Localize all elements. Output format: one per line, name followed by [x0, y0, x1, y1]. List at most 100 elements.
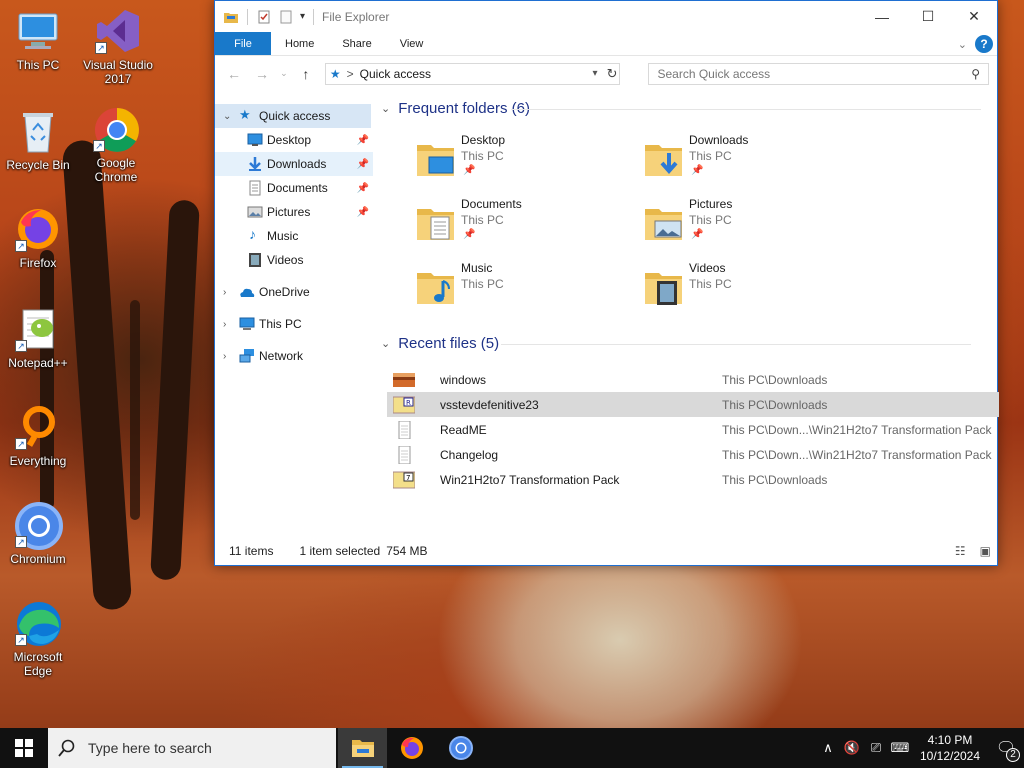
minimize-button[interactable]: — [859, 1, 905, 32]
pin-icon: 📌 [691, 165, 704, 176]
wallpaper-tree [40, 250, 54, 510]
breadcrumb[interactable]: Quick access [360, 67, 431, 81]
nav-item-desktop[interactable]: Desktop 📌 [215, 128, 373, 152]
chevron-down-icon[interactable]: ⌄ [223, 111, 231, 122]
chevron-right-icon[interactable]: › [223, 287, 226, 298]
section-title: Recent files (5) [398, 335, 500, 352]
taskbar-search-placeholder: Type here to search [88, 740, 212, 756]
recent-file-row[interactable]: Changelog This PC\Down...\Win21H2to7 Tra… [387, 442, 999, 467]
desktop-icon-chrome[interactable]: ↗ Google Chrome [78, 106, 154, 184]
new-folder-icon[interactable] [278, 9, 294, 25]
nav-item-onedrive[interactable]: › OneDrive [215, 280, 373, 304]
nav-item-this-pc[interactable]: › This PC [215, 312, 373, 336]
file-path: This PC\Down...\Win21H2to7 Transformatio… [722, 447, 992, 462]
help-icon[interactable]: ? [975, 35, 993, 53]
recent-files-header[interactable]: ⌄ Recent files (5) [381, 335, 971, 352]
nav-item-downloads[interactable]: Downloads 📌 [215, 152, 373, 176]
nav-item-documents[interactable]: Documents 📌 [215, 176, 373, 200]
pin-icon[interactable]: 📌 [357, 159, 369, 170]
action-center-button[interactable]: 🗨 2 [988, 738, 1024, 762]
large-icons-view-icon[interactable]: ▣ [980, 544, 991, 558]
expand-ribbon-icon[interactable]: ⌄ [958, 38, 967, 51]
folder-location: This PC [461, 277, 504, 291]
folder-tile-downloads[interactable]: Downloads This PC 📌 [643, 133, 853, 189]
nav-item-quick-access[interactable]: ⌄ ★ Quick access [215, 104, 371, 128]
folder-tile-desktop[interactable]: Desktop This PC 📌 [415, 133, 625, 189]
pin-icon: 📌 [463, 229, 476, 240]
properties-icon[interactable] [256, 9, 272, 25]
volume-muted-icon[interactable]: 🔇 [840, 740, 864, 756]
network-disconnected-icon[interactable]: ⎚ [864, 740, 888, 756]
forward-arrow-icon[interactable]: → [251, 66, 273, 82]
selection-size: 754 MB [386, 544, 428, 558]
desktop-folder-icon [417, 145, 454, 176]
tab-view[interactable]: View [386, 32, 438, 55]
nav-item-network[interactable]: › Network [215, 344, 373, 368]
chevron-down-icon[interactable]: ▾ [300, 11, 305, 22]
download-arrow-icon [249, 157, 261, 171]
recent-file-row-selected[interactable]: R vsstevdefenitive23 This PC\Downloads [387, 392, 999, 417]
nav-label: Quick access [259, 109, 331, 123]
search-icon: ⚲ [971, 66, 980, 81]
clock[interactable]: 4:10 PM 10/12/2024 [912, 732, 988, 764]
desktop-icon-chromium[interactable]: ↗ Chromium [0, 502, 76, 566]
desktop-icon-recycle-bin[interactable]: Recycle Bin [0, 108, 76, 172]
desktop-icon-everything[interactable]: ↗ Everything [0, 404, 76, 468]
close-button[interactable]: ✕ [951, 1, 997, 32]
pin-icon[interactable]: 📌 [357, 135, 369, 146]
desktop-icon-notepadpp[interactable]: ↗ Notepad++ [0, 306, 76, 370]
nav-label: Pictures [267, 205, 311, 219]
taskbar-firefox[interactable] [387, 728, 436, 768]
folder-tile-documents[interactable]: Documents This PC 📌 [415, 197, 625, 253]
folder-tile-music[interactable]: Music This PC [415, 261, 625, 317]
nav-item-videos[interactable]: Videos [215, 248, 373, 272]
firefox-icon: ↗ [15, 206, 61, 252]
nav-label: Downloads [267, 157, 327, 171]
chevron-down-icon[interactable]: ⌄ [381, 102, 390, 115]
tab-file[interactable]: File [215, 32, 271, 55]
address-row: ← → ⌄ ↑ ★ > Quick access ▾ ↻ Search Quic… [215, 56, 997, 91]
recent-file-row[interactable]: 7 Win21H2to7 Transformation Pack This PC… [387, 467, 999, 492]
recent-file-row[interactable]: ReadME This PC\Down...\Win21H2to7 Transf… [387, 417, 999, 442]
pin-icon[interactable]: 📌 [357, 183, 369, 194]
music-folder-icon [417, 273, 454, 304]
tab-home[interactable]: Home [271, 32, 328, 55]
desktop-icon-visual-studio[interactable]: ↗ Visual Studio 2017 [80, 8, 156, 86]
address-dropdown-icon[interactable]: ▾ [592, 68, 597, 79]
search-input[interactable]: Search Quick access ⚲ [648, 62, 989, 85]
show-hidden-icons-chevron-icon[interactable]: ∧ [816, 740, 840, 756]
nav-item-music[interactable]: ♪ Music [215, 224, 373, 248]
folder-tile-videos[interactable]: Videos This PC [643, 261, 853, 317]
network-icon [239, 349, 254, 363]
folder-name: Pictures [689, 197, 733, 211]
input-indicator-icon[interactable]: ⌨ [888, 740, 912, 756]
up-arrow-icon[interactable]: ↑ [295, 66, 317, 82]
chevron-right-icon[interactable]: › [223, 319, 226, 330]
text-file-icon [398, 420, 411, 439]
frequent-folders-header[interactable]: ⌄ Frequent folders (6) [381, 100, 981, 117]
address-bar[interactable]: ★ > Quick access ▾ ↻ [324, 62, 621, 85]
search-placeholder: Search Quick access [657, 66, 771, 81]
tab-share[interactable]: Share [328, 32, 385, 55]
desktop-icon-firefox[interactable]: ↗ Firefox [0, 206, 76, 270]
taskbar-search-box[interactable]: Type here to search [48, 728, 336, 768]
taskbar-chromium[interactable] [436, 728, 485, 768]
recent-locations-chevron-icon[interactable]: ⌄ [279, 68, 289, 79]
desktop-icon-edge[interactable]: ↗ Microsoft Edge [0, 600, 76, 678]
chevron-right-icon[interactable]: › [223, 351, 226, 362]
desktop-icon-this-pc[interactable]: This PC [0, 8, 76, 72]
chevron-down-icon[interactable]: ⌄ [381, 337, 390, 350]
nav-item-pictures[interactable]: Pictures 📌 [215, 200, 373, 224]
file-path: This PC\Down...\Win21H2to7 Transformatio… [722, 422, 992, 437]
taskbar-file-explorer[interactable] [338, 728, 387, 768]
recent-file-row[interactable]: windows This PC\Downloads [387, 367, 999, 392]
start-button[interactable] [0, 728, 48, 768]
maximize-button[interactable]: ☐ [905, 1, 951, 32]
windows-logo-icon [15, 739, 33, 757]
details-view-icon[interactable]: ☷ [955, 544, 966, 558]
pin-icon[interactable]: 📌 [357, 207, 369, 218]
refresh-icon[interactable]: ↻ [607, 66, 618, 82]
folder-location: This PC [461, 213, 504, 227]
folder-tile-pictures[interactable]: Pictures This PC 📌 [643, 197, 853, 253]
back-arrow-icon[interactable]: ← [223, 66, 245, 82]
